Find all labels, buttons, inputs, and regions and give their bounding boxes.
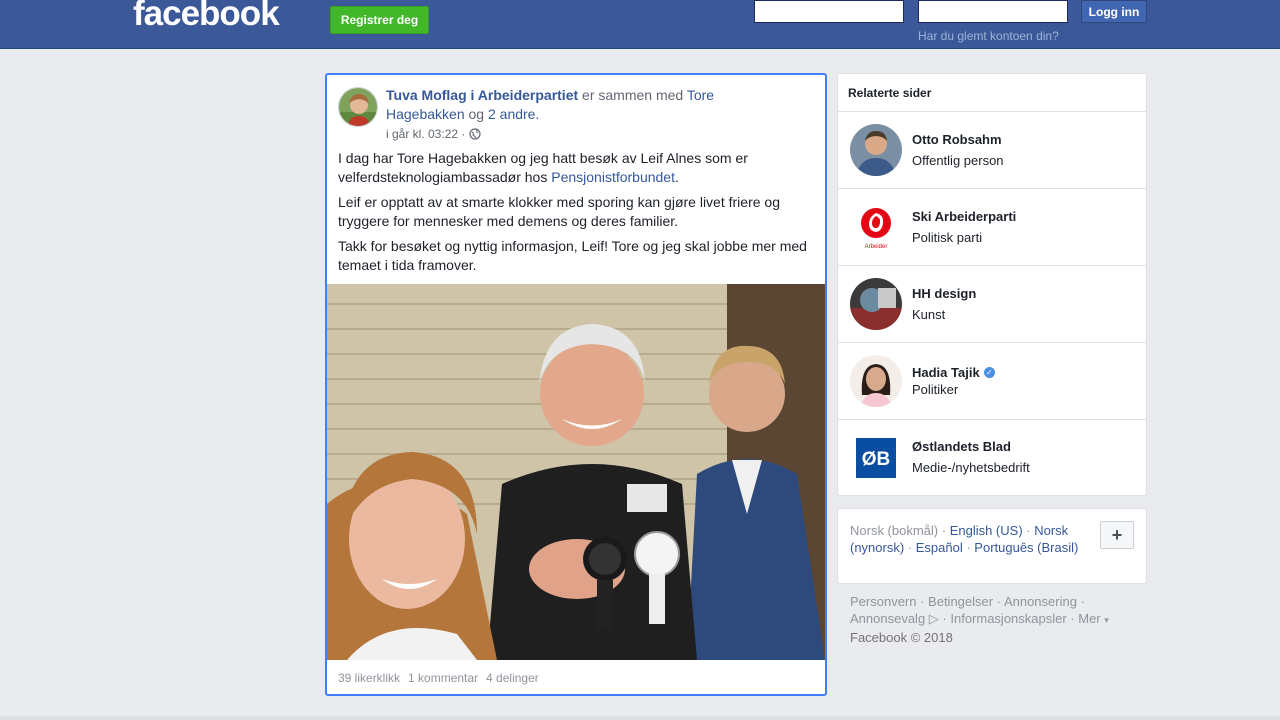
forgot-account-link[interactable]: Har du glemt kontoen din?: [918, 29, 1059, 43]
related-page-item[interactable]: Arbeider Ski Arbeiderparti Politisk part…: [838, 189, 1146, 266]
language-option[interactable]: Español: [916, 540, 963, 555]
globe-icon: [469, 128, 481, 140]
page-category: Politisk parti: [912, 230, 983, 245]
more-languages-button[interactable]: +: [1100, 521, 1134, 549]
page-name[interactable]: Ski Arbeiderparti: [912, 209, 1016, 224]
page-avatar[interactable]: Arbeider: [850, 201, 902, 253]
related-pages-title: Relaterte sider: [838, 74, 1146, 112]
related-page-item[interactable]: HH design Kunst: [838, 266, 1146, 343]
page-name[interactable]: Hadia Tajik ✓: [912, 365, 995, 380]
bottom-divider: [0, 716, 1280, 720]
password-input[interactable]: [918, 0, 1068, 23]
related-page-item[interactable]: Hadia Tajik ✓ Politiker: [838, 343, 1146, 420]
post-photo[interactable]: [327, 284, 825, 660]
footer-link[interactable]: Informasjonskapsler: [950, 611, 1066, 626]
footer-link[interactable]: Annonsering: [1004, 594, 1077, 609]
page-category: Offentlig person: [912, 153, 1004, 168]
post-card: Tuva Moflag i Arbeiderpartiet er sammen …: [325, 73, 827, 696]
post-meta: i går kl. 03:22 ·: [386, 127, 481, 141]
login-button[interactable]: Logg inn: [1081, 0, 1147, 23]
footer-link[interactable]: Betingelser: [928, 594, 993, 609]
related-page-item[interactable]: ØB Østlandets Blad Medie-/nyhetsbedrift: [838, 420, 1146, 497]
language-option[interactable]: English (US): [950, 523, 1023, 538]
page-name[interactable]: HH design: [912, 286, 976, 301]
author-avatar[interactable]: [338, 87, 378, 127]
paragraph-text: I dag har Tore Hagebakken og jeg hatt be…: [338, 150, 748, 185]
language-list: Norsk (bokmål) · English (US) · Norsk (n…: [850, 523, 1079, 555]
verified-badge-icon: ✓: [983, 367, 995, 378]
page-avatar[interactable]: [850, 124, 902, 176]
page-avatar[interactable]: [850, 278, 902, 330]
shares-count[interactable]: 4 delinger: [486, 671, 539, 685]
language-option[interactable]: Português (Brasil): [974, 540, 1078, 555]
post-paragraph: I dag har Tore Hagebakken og jeg hatt be…: [338, 149, 808, 187]
footer-links: Personvern · Betingelser · Annonsering ·…: [850, 593, 1130, 646]
post-paragraph: Leif er opptatt av at smarte klokker med…: [338, 194, 780, 229]
pensjonistforbundet-link[interactable]: Pensjonistforbundet: [551, 169, 675, 185]
svg-text:Arbeider: Arbeider: [865, 244, 888, 250]
page-name-text: Hadia Tajik: [912, 365, 980, 380]
with-text: er sammen med: [582, 87, 684, 103]
top-bar: facebook Registrer deg Logg inn Har du g…: [0, 0, 1280, 49]
email-input[interactable]: [754, 0, 904, 23]
caret-down-icon: ▾: [1104, 615, 1109, 625]
page-name[interactable]: Otto Robsahm: [912, 132, 1002, 147]
comments-count[interactable]: 1 kommentar: [408, 671, 478, 685]
page-name[interactable]: Østlandets Blad: [912, 439, 1011, 454]
paragraph-end: .: [675, 169, 679, 185]
related-pages-panel: Relaterte sider Otto Robsahm Offentlig p…: [837, 73, 1147, 496]
page-category: Politiker: [912, 382, 959, 397]
likes-count[interactable]: 39 likerklikk: [338, 671, 400, 685]
facebook-logo[interactable]: facebook: [133, 0, 280, 36]
page-category: Kunst: [912, 307, 946, 322]
footer-link[interactable]: Annonsevalg: [850, 611, 925, 626]
author-link[interactable]: Tuva Moflag i Arbeiderpartiet: [386, 87, 578, 103]
post-header: Tuva Moflag i Arbeiderpartiet er sammen …: [386, 86, 786, 124]
footer-link[interactable]: Personvern: [850, 594, 916, 609]
page-avatar[interactable]: ØB: [850, 432, 902, 484]
current-language: Norsk (bokmål): [850, 523, 939, 538]
page-category: Medie-/nyhetsbedrift: [912, 460, 1030, 475]
post-paragraph: Takk for besøket og nyttig informasjon, …: [338, 238, 807, 273]
page-avatar[interactable]: [850, 355, 902, 407]
post-text: I dag har Tore Hagebakken og jeg hatt be…: [338, 149, 808, 281]
post-stats: 39 likerklikk 1 kommentar 4 delinger: [338, 671, 539, 685]
copyright: Facebook © 2018: [850, 630, 953, 645]
register-button[interactable]: Registrer deg: [330, 6, 429, 34]
others-link[interactable]: 2 andre.: [488, 106, 539, 122]
svg-text:ØB: ØB: [862, 449, 891, 470]
related-page-item[interactable]: Otto Robsahm Offentlig person: [838, 112, 1146, 189]
footer-link[interactable]: Mer: [1078, 611, 1100, 626]
ad-choices-icon: ▷: [928, 611, 939, 626]
and-text: og: [468, 106, 485, 122]
post-timestamp[interactable]: i går kl. 03:22 ·: [386, 127, 465, 141]
language-selector: Norsk (bokmål) · English (US) · Norsk (n…: [837, 508, 1147, 584]
